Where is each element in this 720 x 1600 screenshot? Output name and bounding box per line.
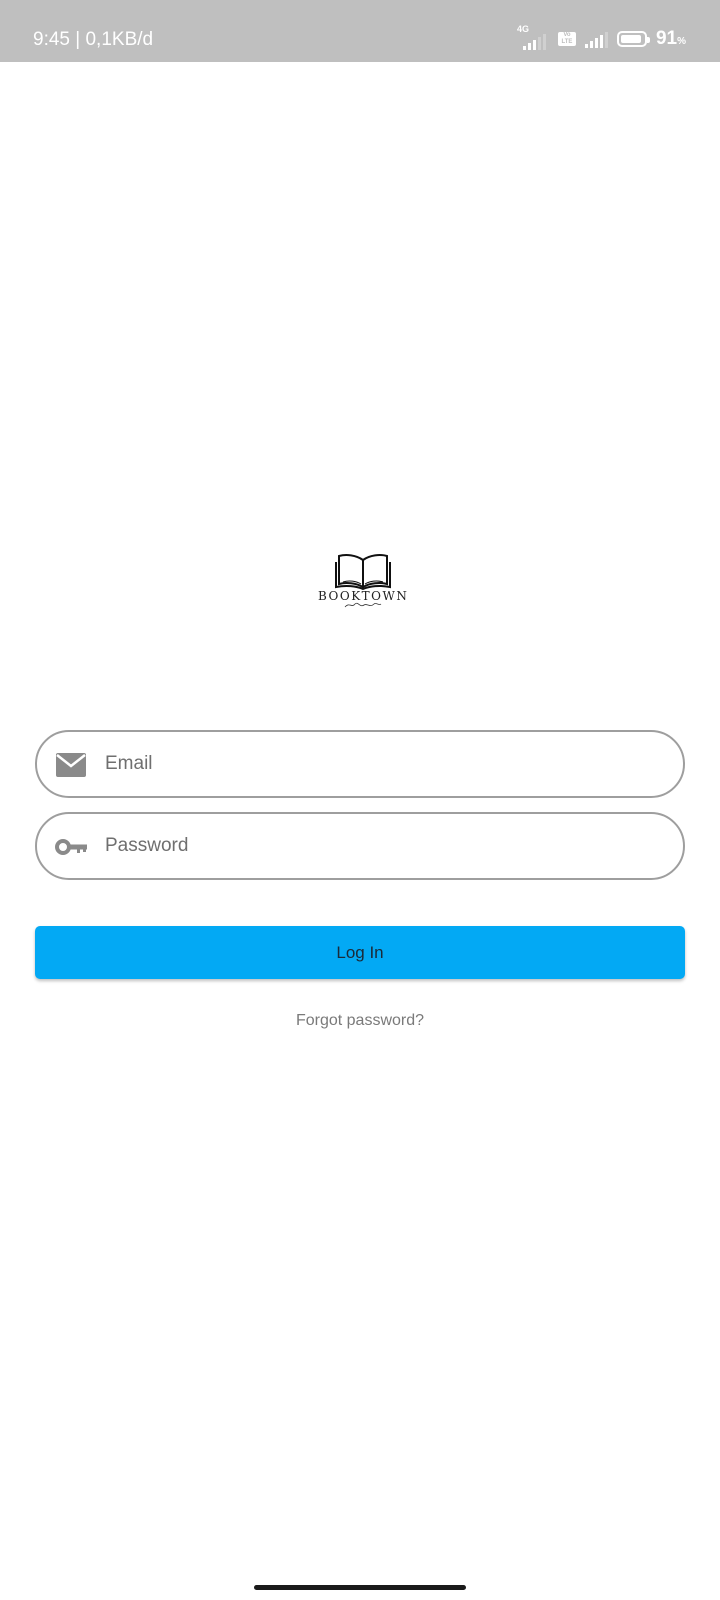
status-network-speed: 0,1KB/d <box>85 29 154 50</box>
login-screen: 9:45 | 0,1KB/d 4G Vo LTE 91% BOOKTOWN Em… <box>0 0 720 1600</box>
status-bar: 9:45 | 0,1KB/d 4G Vo LTE 91% <box>0 0 720 62</box>
forgot-password-link[interactable]: Forgot password? <box>0 1012 720 1030</box>
login-button[interactable]: Log In <box>35 926 685 979</box>
mail-icon <box>55 752 87 778</box>
status-left: 9:45 | 0,1KB/d <box>33 0 153 62</box>
password-field[interactable] <box>35 812 685 880</box>
status-separator: | <box>75 29 81 50</box>
signal-4g-icon: 4G <box>515 24 549 50</box>
volte-icon: Vo LTE <box>557 32 576 46</box>
open-book-icon <box>335 554 391 590</box>
status-time: 9:45 <box>33 29 70 50</box>
battery-icon <box>616 31 650 47</box>
home-indicator[interactable] <box>254 1585 466 1590</box>
battery-percent-unit: % <box>677 36 686 47</box>
signal-icon <box>584 30 608 48</box>
password-input[interactable] <box>105 814 665 878</box>
status-right: 4G Vo LTE 91% <box>515 24 686 52</box>
key-icon <box>55 834 87 860</box>
email-field[interactable] <box>35 730 685 798</box>
brand-name: BOOKTOWN <box>318 589 409 603</box>
battery-percent-value: 91 <box>655 28 678 49</box>
email-input[interactable] <box>105 732 665 796</box>
app-logo: BOOKTOWN <box>318 552 408 622</box>
battery-fill <box>620 35 641 43</box>
battery-percent: 91% <box>656 28 686 50</box>
